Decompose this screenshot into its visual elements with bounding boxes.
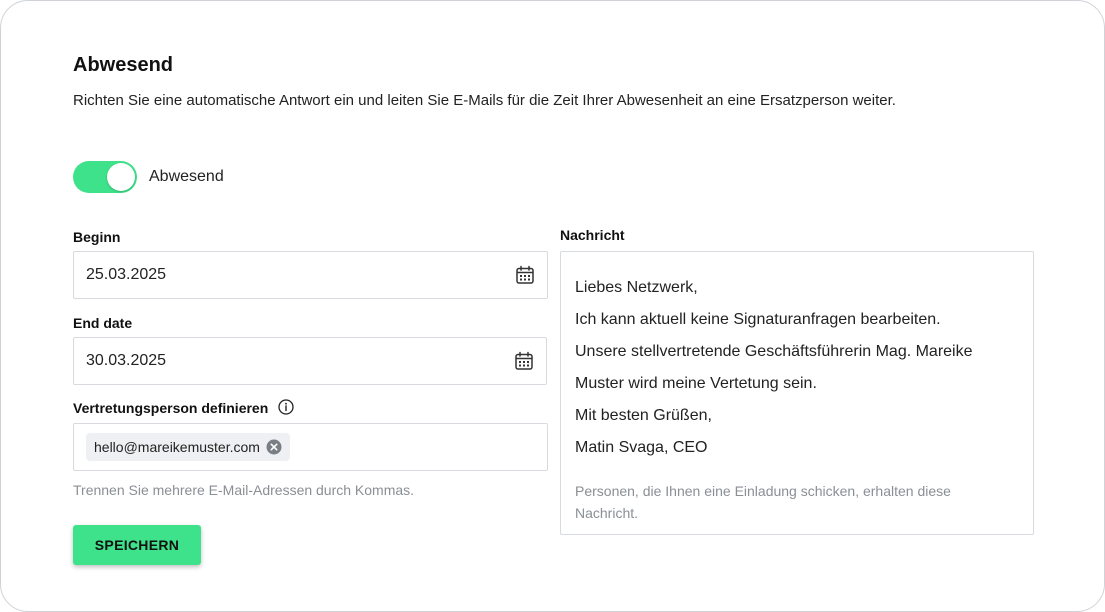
begin-label: Beginn [73, 229, 121, 245]
email-chip: hello@mareikemuster.com [86, 433, 290, 461]
calendar-icon[interactable] [514, 351, 534, 371]
substitute-email-input[interactable]: hello@mareikemuster.com [73, 423, 548, 471]
message-text: Liebes Netzwerk, Ich kann aktuell keine … [575, 272, 1015, 464]
message-line: Unsere stellvertretende Geschäftsführeri… [575, 343, 973, 392]
message-note: Personen, die Ihnen eine Einladung schic… [575, 483, 951, 521]
page-title: Abwesend [73, 54, 174, 76]
message-line: Liebes Netzwerk, [575, 279, 698, 296]
absent-toggle[interactable] [73, 161, 137, 193]
begin-date-value: 25.03.2025 [86, 266, 167, 283]
end-date-label: End date [73, 315, 133, 331]
info-icon[interactable] [278, 399, 294, 415]
substitute-label: Vertretungsperson definieren [73, 400, 269, 416]
save-button[interactable]: SPEICHERN [73, 525, 201, 565]
absent-toggle-label: Abwesend [149, 168, 224, 185]
substitute-hint: Trennen Sie mehrere E-Mail-Adressen durc… [73, 482, 415, 498]
message-line: Matin Svaga, CEO [575, 439, 708, 456]
out-of-office-card: Abwesend Richten Sie eine automatische A… [0, 0, 1105, 612]
message-label: Nachricht [560, 227, 625, 243]
page-description: Richten Sie eine automatische Antwort ei… [73, 92, 896, 109]
close-icon[interactable] [266, 439, 282, 455]
calendar-icon[interactable] [515, 265, 535, 285]
message-line: Ich kann aktuell keine Signaturanfragen … [575, 311, 941, 328]
end-date-field[interactable]: 30.03.2025 [73, 337, 547, 385]
email-chip-text: hello@mareikemuster.com [94, 439, 260, 455]
message-textarea[interactable]: Liebes Netzwerk, Ich kann aktuell keine … [560, 251, 1034, 535]
toggle-knob [107, 163, 135, 191]
end-date-value: 30.03.2025 [86, 352, 167, 369]
begin-date-field[interactable]: 25.03.2025 [73, 251, 548, 299]
message-line: Mit besten Grüßen, [575, 407, 712, 424]
